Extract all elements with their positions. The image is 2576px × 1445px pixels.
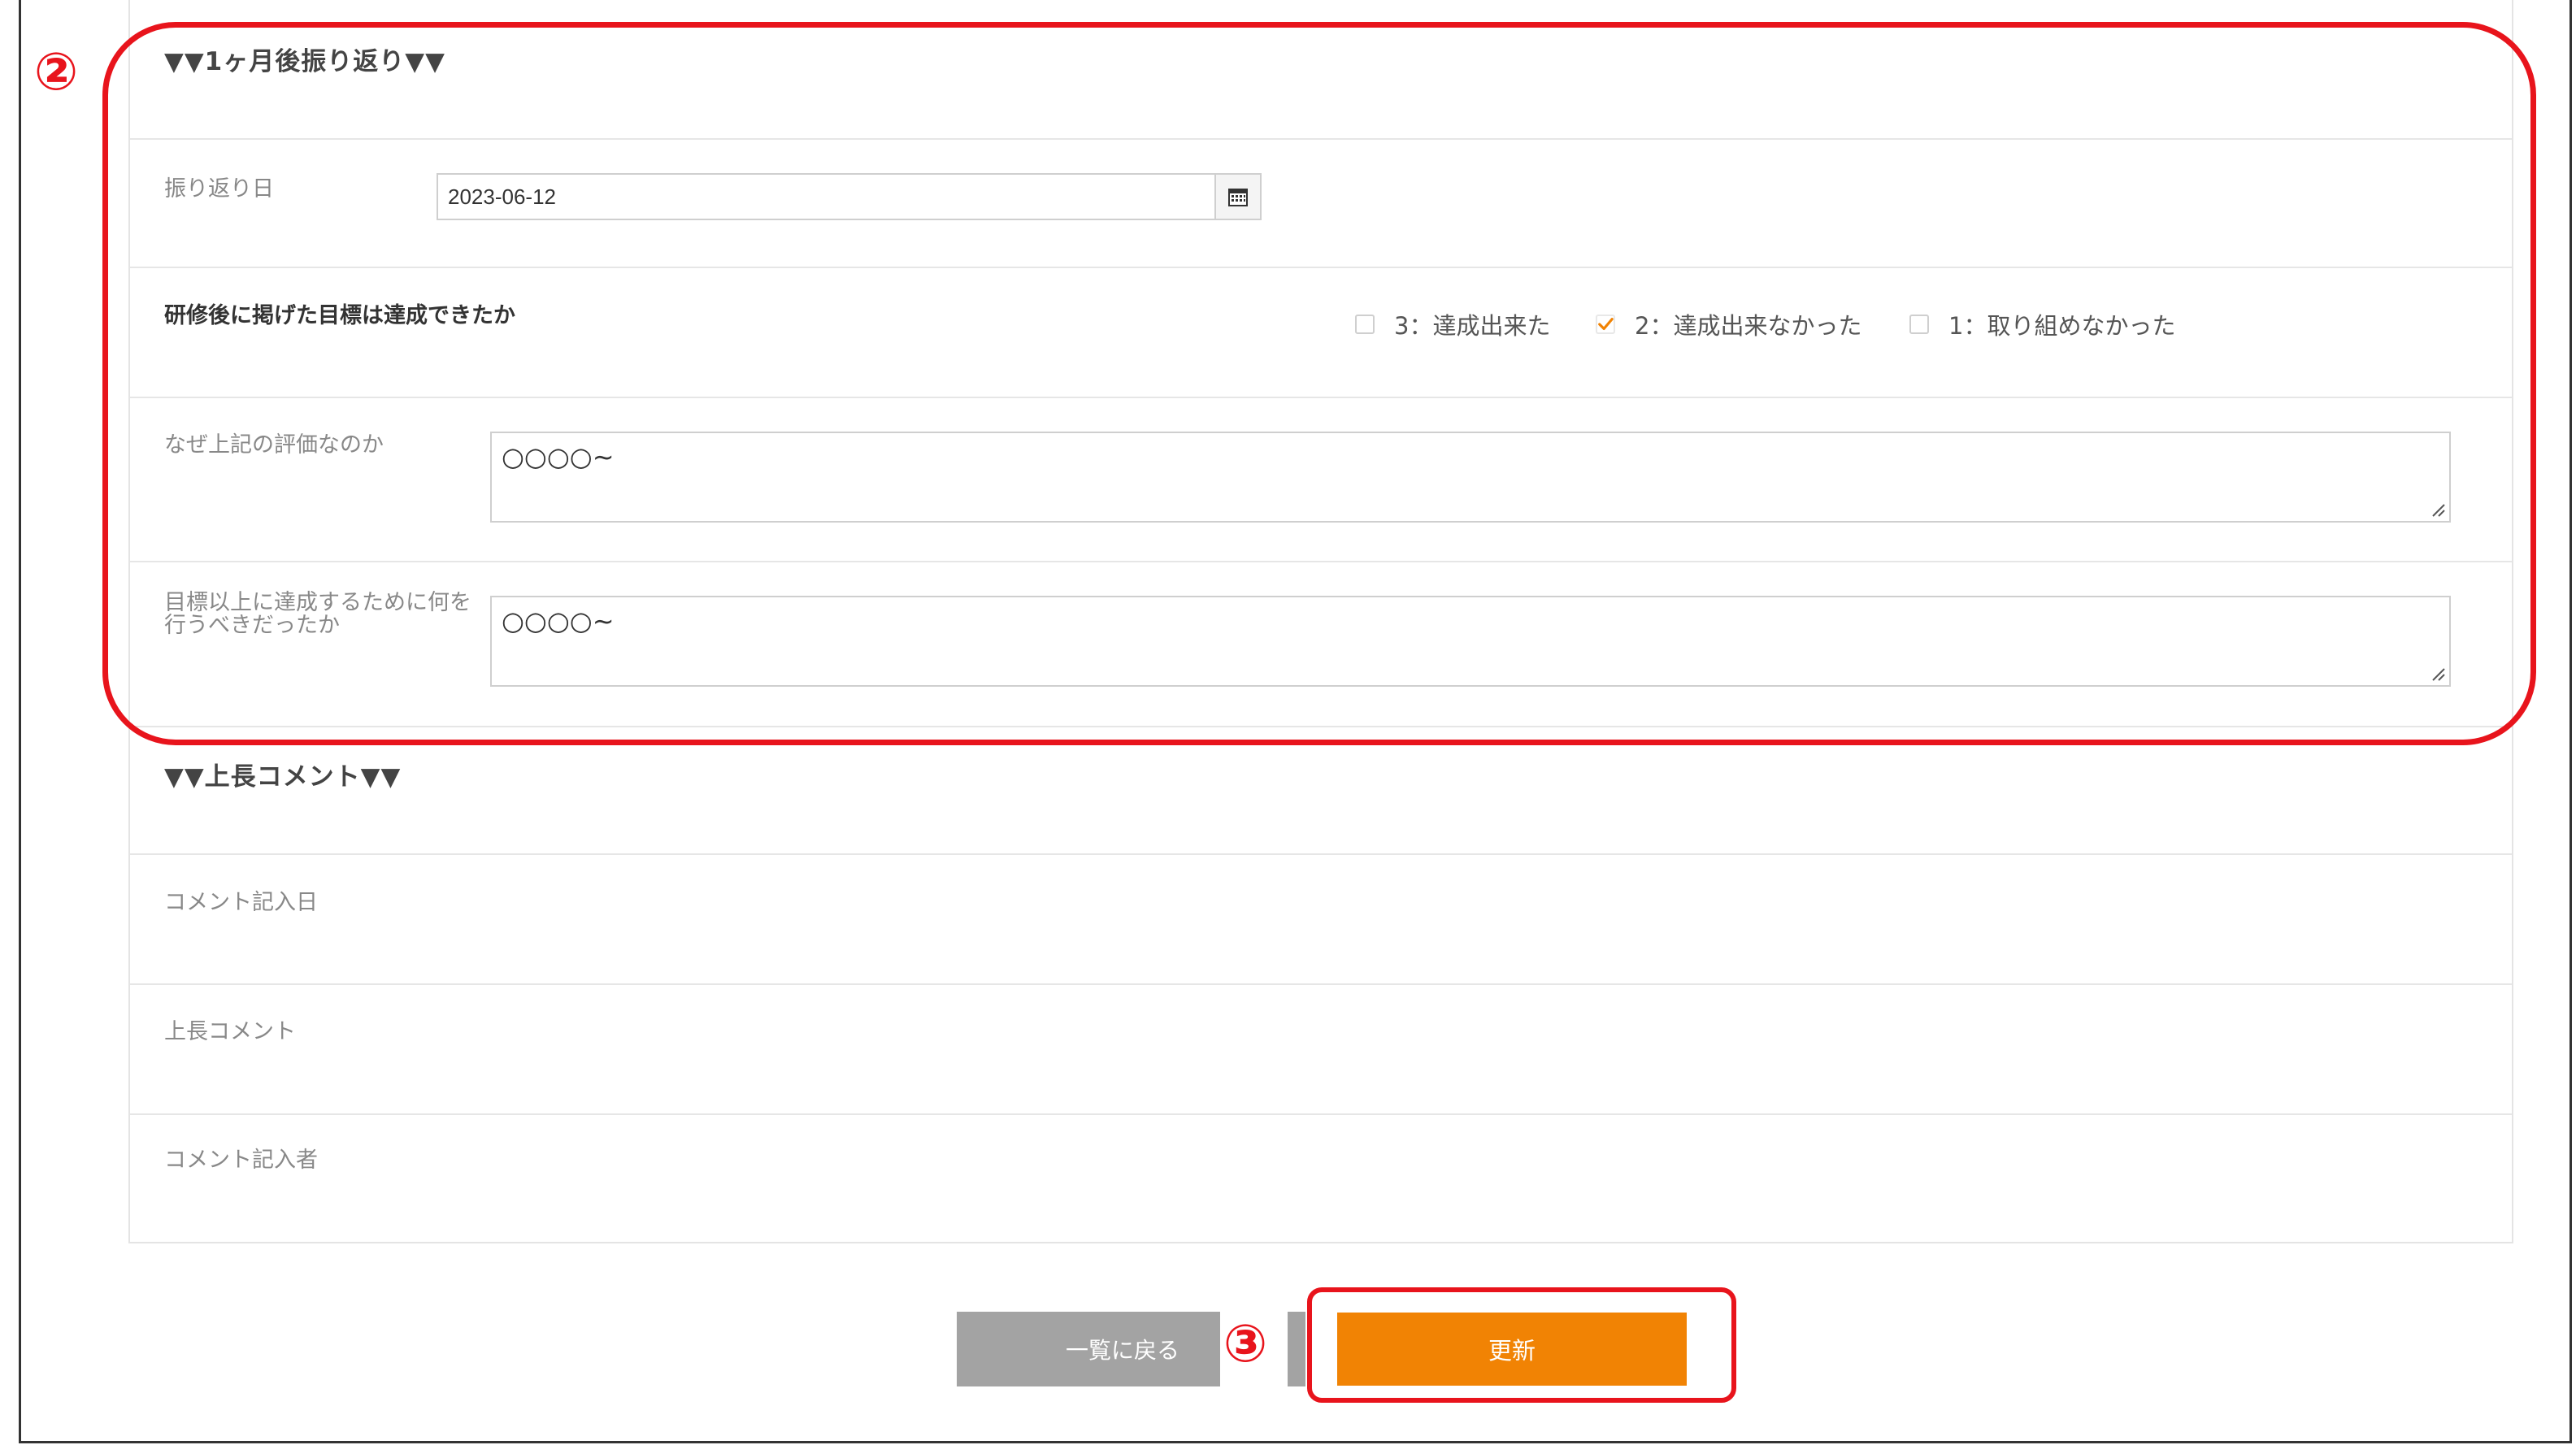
row-divider — [130, 983, 2512, 985]
boss-comment-label: 上長コメント — [164, 1019, 296, 1044]
row-divider — [130, 397, 2512, 398]
row-divider — [130, 1113, 2512, 1115]
row-divider — [130, 853, 2512, 855]
row-divider — [130, 138, 2512, 140]
update-button[interactable]: 更新 — [1337, 1313, 1687, 1386]
review-section-title: ▼▼1ヶ月後振り返り▼▼ — [164, 47, 445, 76]
option-not-tried-checkbox[interactable] — [1909, 315, 1929, 334]
calendar-button[interactable] — [1214, 173, 1262, 220]
row-divider — [130, 267, 2512, 268]
option-not-achieved-label: 2：達成出来なかった — [1635, 312, 1862, 340]
improvement-label: 目標以上に達成するために何を行うべきだったか — [164, 590, 471, 638]
option-not-achieved-checkbox[interactable] — [1596, 315, 1615, 334]
boss-section-title: ▼▼上長コメント▼▼ — [164, 762, 402, 792]
improvement-textarea[interactable]: ○○○○~ — [490, 596, 2451, 687]
review-date-label: 振り返り日 — [164, 176, 274, 202]
calendar-icon — [1228, 189, 1248, 206]
option-achieved-checkbox[interactable] — [1355, 315, 1375, 334]
improvement-text: ○○○○~ — [502, 605, 615, 636]
button-separator — [1288, 1312, 1305, 1386]
option-achieved-label: 3：達成出来た — [1394, 312, 1551, 340]
option-not-achieved[interactable]: 2：達成出来なかった — [1596, 307, 1861, 341]
option-not-tried-label: 1：取り組めなかった — [1948, 312, 2176, 340]
checkmark-icon — [1598, 318, 1614, 331]
comment-date-label: コメント記入日 — [164, 890, 318, 915]
option-achieved[interactable]: 3：達成出来た — [1355, 307, 1550, 341]
option-not-tried[interactable]: 1：取り組めなかった — [1909, 307, 2175, 341]
commenter-label: コメント記入者 — [164, 1148, 318, 1173]
resize-grip-icon[interactable] — [2428, 664, 2446, 682]
row-divider — [130, 726, 2512, 727]
reason-text: ○○○○~ — [502, 441, 615, 472]
annotation-marker-2: ② — [34, 42, 79, 102]
reason-label: なぜ上記の評価なのか — [164, 432, 384, 458]
resize-grip-icon[interactable] — [2428, 500, 2446, 518]
reason-textarea[interactable]: ○○○○~ — [490, 432, 2451, 523]
row-divider — [130, 561, 2512, 562]
annotation-marker-3: ③ — [1223, 1314, 1268, 1374]
review-date-input[interactable] — [437, 173, 1217, 220]
back-to-list-button[interactable]: 一覧に戻る — [957, 1312, 1220, 1386]
goal-achievement-label: 研修後に掲げた目標は達成できたか — [164, 303, 515, 328]
